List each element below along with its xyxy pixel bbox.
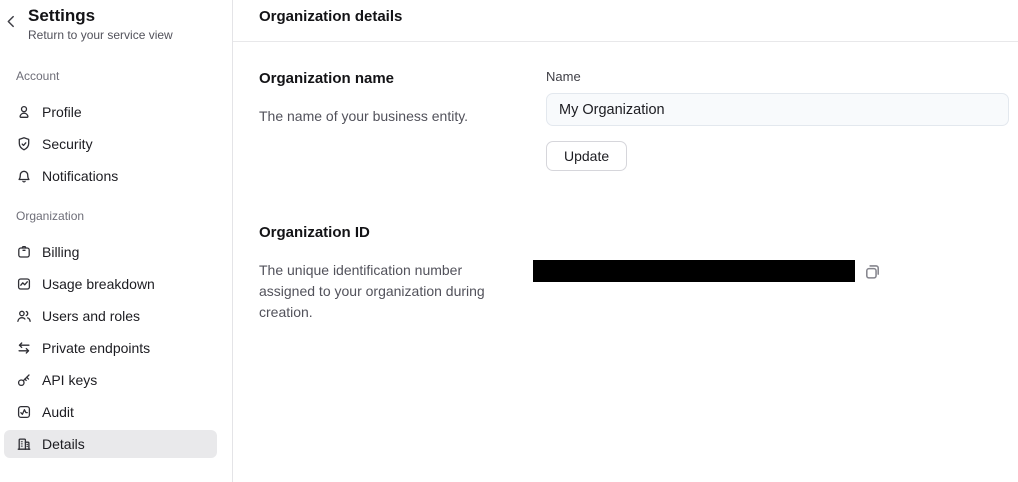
page-title: Organization details (259, 8, 402, 25)
org-name-section-info: Organization name The name of your busin… (259, 69, 546, 127)
copy-button[interactable] (863, 261, 883, 281)
shield-check-icon (16, 136, 32, 152)
bell-icon (16, 168, 32, 184)
org-id-section-info: Organization ID The unique identificatio… (259, 223, 546, 323)
sidebar-nav: Account Profile Security Notifications (0, 69, 232, 458)
org-name-description: The name of your business entity. (259, 106, 511, 127)
user-icon (16, 104, 32, 120)
sidebar-item-audit[interactable]: Audit (4, 398, 217, 426)
sidebar-item-label: API keys (42, 372, 97, 388)
org-name-heading: Organization name (259, 69, 546, 88)
sidebar-subtitle: Return to your service view (28, 28, 216, 43)
update-button[interactable]: Update (546, 141, 627, 171)
sidebar-item-profile[interactable]: Profile (4, 98, 217, 126)
org-id-section: Organization ID The unique identificatio… (259, 223, 1009, 323)
sidebar-item-label: Audit (42, 404, 74, 420)
sidebar-item-label: Billing (42, 244, 79, 260)
sidebar-item-label: Profile (42, 104, 82, 120)
org-name-form: Name Update (546, 69, 1009, 171)
org-name-section: Organization name The name of your busin… (259, 69, 1009, 171)
org-name-input[interactable] (546, 93, 1009, 126)
org-id-value-row (533, 260, 1009, 282)
org-id-redacted-value (533, 260, 855, 282)
activity-box-icon (16, 404, 32, 420)
org-id-value-area (546, 223, 1009, 282)
sidebar-title: Settings (28, 5, 216, 26)
settings-page: Settings Return to your service view Acc… (0, 0, 1018, 482)
chevron-left-icon (3, 13, 20, 30)
name-field-label: Name (546, 69, 1009, 84)
sidebar-item-notifications[interactable]: Notifications (4, 162, 217, 190)
sidebar-item-label: Users and roles (42, 308, 140, 324)
swap-arrows-icon (16, 340, 32, 356)
org-id-description: The unique identification number assigne… (259, 260, 511, 323)
sidebar-item-label: Private endpoints (42, 340, 150, 356)
building-icon (16, 436, 32, 452)
sidebar-item-label: Usage breakdown (42, 276, 155, 292)
sidebar-header: Settings Return to your service view (0, 0, 232, 43)
section-label-organization: Organization (16, 209, 216, 223)
settings-sidebar: Settings Return to your service view Acc… (0, 0, 233, 482)
sidebar-item-label: Notifications (42, 168, 118, 184)
main-panel: Organization details Organization name T… (233, 0, 1018, 482)
sidebar-item-billing[interactable]: Billing (4, 238, 217, 266)
org-id-heading: Organization ID (259, 223, 546, 242)
sidebar-item-details[interactable]: Details (4, 430, 217, 458)
wallet-icon (16, 244, 32, 260)
key-icon (16, 372, 32, 388)
main-header: Organization details (233, 0, 1018, 42)
main-content: Organization name The name of your busin… (233, 42, 1018, 323)
sidebar-item-users-and-roles[interactable]: Users and roles (4, 302, 217, 330)
sidebar-item-security[interactable]: Security (4, 130, 217, 158)
sidebar-item-api-keys[interactable]: API keys (4, 366, 217, 394)
sidebar-item-private-endpoints[interactable]: Private endpoints (4, 334, 217, 362)
sidebar-item-label: Details (42, 436, 85, 452)
sidebar-item-usage-breakdown[interactable]: Usage breakdown (4, 270, 217, 298)
chart-box-icon (16, 276, 32, 292)
section-label-account: Account (16, 69, 216, 83)
sidebar-item-label: Security (42, 136, 93, 152)
users-icon (16, 308, 32, 324)
back-button[interactable] (3, 13, 20, 30)
copy-icon (863, 262, 883, 281)
